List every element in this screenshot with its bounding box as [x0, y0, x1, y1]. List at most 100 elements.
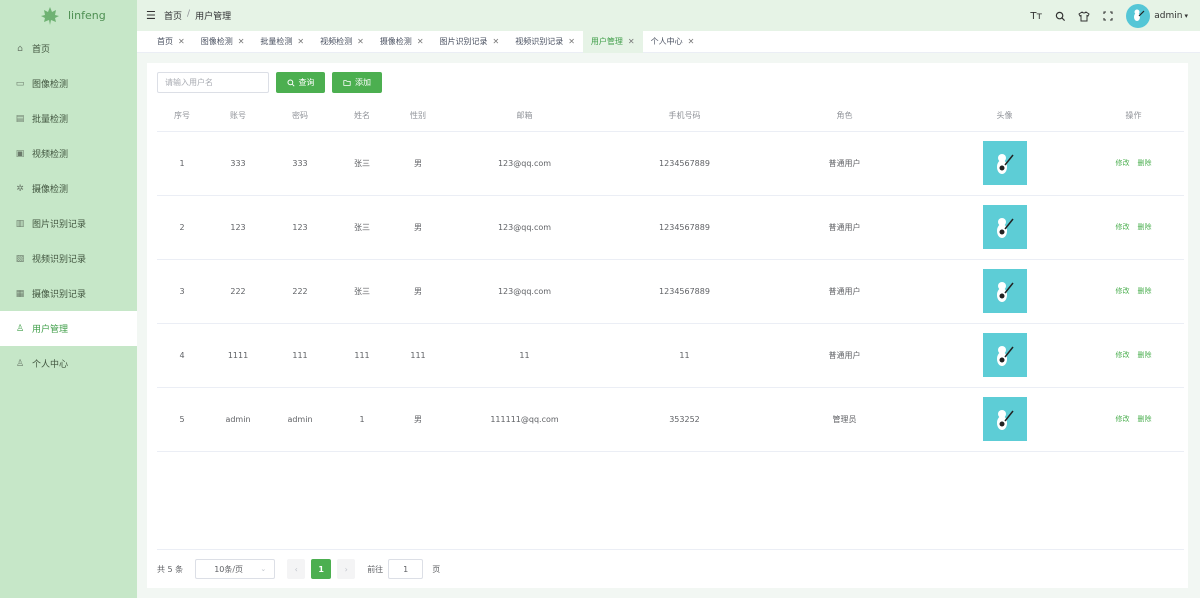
- sidebar-item[interactable]: ▭ 图像检测: [0, 66, 137, 101]
- maple-leaf-icon: [41, 6, 59, 25]
- tab[interactable]: 图像检测 ✕: [193, 31, 253, 53]
- delete-button[interactable]: 删除: [1138, 350, 1152, 360]
- delete-button[interactable]: 删除: [1138, 222, 1152, 232]
- cell-role: 普通用户: [763, 323, 926, 388]
- cell-email: 11: [443, 323, 606, 388]
- column-header: 邮箱: [443, 101, 606, 132]
- chevron-down-icon[interactable]: ▾: [1184, 12, 1188, 20]
- close-icon[interactable]: ✕: [178, 37, 185, 46]
- tab[interactable]: 图片识别记录 ✕: [432, 31, 508, 53]
- tab-label: 摄像检测: [379, 37, 412, 46]
- avatar-image[interactable]: [982, 205, 1027, 249]
- cell-gender: 男: [393, 259, 443, 324]
- prev-page-button[interactable]: ‹: [287, 559, 306, 579]
- sidebar-item[interactable]: ▧ 视频识别记录: [0, 241, 137, 276]
- table-body: 1 333 333 张三男 123@qq.com 1234567889 普通用户 修改 删除 2 1…: [157, 131, 1184, 452]
- sidebar-item[interactable]: ▣ 视频检测: [0, 136, 137, 171]
- table-row: 3 222 222 张三男 123@qq.com 1234567889 普通用户 修改 删除: [157, 259, 1184, 324]
- close-icon[interactable]: ✕: [297, 37, 304, 46]
- close-icon[interactable]: ✕: [493, 37, 500, 46]
- theme-shirt-icon[interactable]: [1078, 10, 1090, 22]
- breadcrumb-home[interactable]: 首页: [164, 9, 182, 22]
- sidebar-item[interactable]: ♙ 个人中心: [0, 346, 137, 381]
- column-header: 性别: [393, 101, 443, 132]
- goto-label: 前往: [367, 564, 384, 574]
- sidebar-item[interactable]: ▦ 摄像识别记录: [0, 276, 137, 311]
- avatar-image[interactable]: [982, 141, 1027, 185]
- tab[interactable]: 个人中心 ✕: [643, 31, 703, 53]
- tab[interactable]: 摄像检测 ✕: [372, 31, 432, 53]
- edit-button[interactable]: 修改: [1116, 286, 1130, 296]
- font-size-icon[interactable]: Tт: [1030, 10, 1042, 22]
- query-label: 查询: [298, 78, 315, 87]
- username-search-input[interactable]: [157, 72, 269, 93]
- column-header: 头像: [926, 101, 1083, 132]
- page-size-select[interactable]: 10条/页 ⌄: [195, 559, 276, 579]
- cell-actions: 修改 删除: [1083, 387, 1184, 452]
- pagination: 共 5 条 10条/页 ⌄ ‹ 1 › 前往 页: [157, 558, 440, 580]
- add-button[interactable]: 添加: [332, 72, 382, 93]
- sidebar-menu: ⌂ 首页 ▭ 图像检测 ▤ 批量检测 ▣ 视频检测 ✲ 摄像检测 ▥ 图片识别记录 ▧ 视频识别记录 ▦ 摄像…: [0, 31, 137, 381]
- sidebar-item-label: 首页: [32, 45, 51, 55]
- edit-button[interactable]: 修改: [1116, 350, 1130, 360]
- avatar-image[interactable]: [982, 397, 1027, 441]
- record-icon: ▥: [15, 218, 25, 229]
- cell-avatar: [926, 387, 1083, 452]
- delete-button[interactable]: 删除: [1138, 414, 1152, 424]
- avatar-image[interactable]: [982, 269, 1027, 313]
- close-icon[interactable]: ✕: [688, 37, 695, 46]
- total-count: 共 5 条: [157, 564, 184, 574]
- avatar-image[interactable]: [982, 333, 1027, 377]
- cell-phone: 353252: [606, 387, 763, 452]
- next-page-button[interactable]: ›: [337, 559, 356, 579]
- camera-icon: ✲: [16, 183, 24, 194]
- tab[interactable]: 用户管理 ✕: [582, 30, 643, 53]
- edit-button[interactable]: 修改: [1116, 222, 1130, 232]
- sidebar-item[interactable]: ▥ 图片识别记录: [0, 206, 137, 241]
- header: ☰ 首页 / 用户管理 Tт admin ▾: [137, 0, 1200, 31]
- close-icon[interactable]: ✕: [417, 37, 424, 46]
- edit-button[interactable]: 修改: [1116, 158, 1130, 168]
- user-name[interactable]: admin: [1154, 11, 1182, 21]
- person-icon: ♙: [15, 358, 25, 369]
- cell-avatar: [926, 323, 1083, 388]
- cell-actions: 修改 删除: [1083, 323, 1184, 388]
- close-icon[interactable]: ✕: [568, 37, 575, 46]
- column-header: 操作: [1083, 101, 1184, 132]
- tab[interactable]: 首页 ✕: [149, 31, 193, 53]
- cell-email: 111111@qq.com: [443, 387, 606, 452]
- close-icon[interactable]: ✕: [238, 37, 245, 46]
- cell-gender: 111: [393, 323, 443, 388]
- cell-account: 222: [207, 259, 269, 324]
- grid-icon: ▦: [15, 288, 25, 299]
- delete-button[interactable]: 删除: [1138, 158, 1152, 168]
- tab[interactable]: 视频检测 ✕: [312, 31, 372, 53]
- tab-label: 个人中心: [650, 37, 683, 46]
- sidebar-item[interactable]: ♙ 用户管理: [0, 311, 137, 346]
- row-actions: 修改 删除: [1116, 222, 1152, 232]
- page-number-current[interactable]: 1: [311, 559, 332, 579]
- edit-button[interactable]: 修改: [1116, 414, 1130, 424]
- sidebar-item[interactable]: ▤ 批量检测: [0, 101, 137, 136]
- sidebar-item-label: 个人中心: [32, 360, 69, 370]
- picture-icon: ▭: [15, 78, 25, 89]
- user-avatar[interactable]: [1126, 4, 1151, 28]
- fullscreen-icon[interactable]: [1102, 10, 1114, 22]
- close-icon[interactable]: ✕: [357, 37, 364, 46]
- query-button[interactable]: 查询: [276, 72, 325, 93]
- delete-button[interactable]: 删除: [1138, 286, 1152, 296]
- breadcrumb-current: 用户管理: [195, 12, 232, 22]
- logo: linfeng: [0, 0, 137, 31]
- goto-page-input[interactable]: [388, 559, 424, 579]
- sidebar-item[interactable]: ⌂ 首页: [0, 31, 137, 66]
- cell-avatar: [926, 195, 1083, 260]
- close-icon[interactable]: ✕: [628, 37, 635, 46]
- cell-gender: 男: [393, 131, 443, 196]
- hamburger-icon[interactable]: ☰: [146, 9, 156, 22]
- cell-password: admin: [269, 387, 331, 452]
- tab[interactable]: 批量检测 ✕: [252, 31, 312, 53]
- cell-email: 123@qq.com: [443, 131, 606, 196]
- search-icon[interactable]: [1054, 10, 1066, 22]
- sidebar-item[interactable]: ✲ 摄像检测: [0, 171, 137, 206]
- tab[interactable]: 视频识别记录 ✕: [507, 31, 583, 53]
